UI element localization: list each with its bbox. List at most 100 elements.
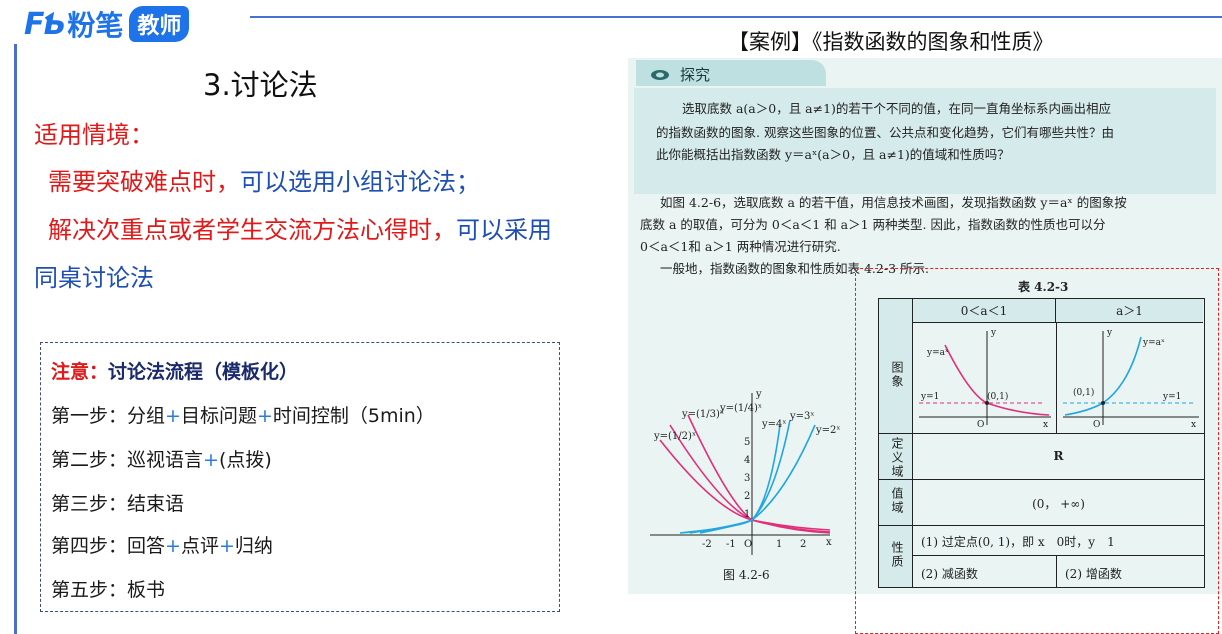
case-title: 【案例】《指数函数的图象和性质》	[728, 30, 1054, 54]
body-line-1: 如图 4.2-6，选取底数 a 的若干值，用信息技术画图，发现指数函数 y＝aˣ…	[660, 195, 1127, 210]
row-label-prop: 性质	[890, 541, 904, 569]
note-title: 注意：讨论法流程（模板化）	[51, 357, 298, 384]
label-four: y=4ˣ	[761, 419, 787, 430]
explore-line-3: 此你能概括出指数函数 y＝aˣ(a＞0，且 a≠1)的值域和性质吗？	[656, 147, 1010, 162]
curve-one-quarter	[687, 414, 831, 531]
row-label-graph: 图象	[890, 361, 904, 389]
tick-x1: 1	[776, 539, 782, 550]
graph-inc-y: y	[1106, 328, 1113, 338]
graph-inc-x: x	[1191, 420, 1196, 430]
explore-icon	[651, 70, 669, 80]
step-4-b: 点评	[180, 535, 219, 557]
step-4-plus2: +	[218, 535, 235, 557]
property-2-decreasing: (2) 减函数	[921, 567, 978, 581]
graph-inc-y1: y=1	[1162, 392, 1181, 402]
row-divider-2	[879, 479, 1204, 480]
explore-tab: 探究	[636, 60, 826, 86]
logo-name: 粉笔	[67, 9, 124, 42]
row-divider-3	[879, 525, 1204, 526]
step-4-plus: +	[165, 535, 181, 557]
step-1-plus2: +	[256, 405, 273, 427]
col-divider-graph	[1056, 323, 1057, 433]
label-two: y=2ˣ	[815, 425, 840, 436]
step-2-b: (点拨)	[218, 449, 272, 471]
domain-value: R	[1053, 449, 1064, 463]
graph-inc-o: O	[1093, 420, 1100, 430]
line2-red: 解决次重点或者学生交流方法心得时，	[48, 216, 456, 244]
step-4-a: 第四步：回答	[51, 535, 166, 557]
property-2-increasing: (2) 增函数	[1065, 567, 1122, 581]
step-1-b: 目标问题	[180, 405, 257, 427]
graph-inc-ax-label: y=aˣ	[1142, 338, 1165, 348]
logo-fb-mark: FƄ	[24, 6, 65, 42]
line1-red: 需要突破难点时，	[48, 168, 240, 196]
step-1-plus: +	[165, 405, 181, 427]
explore-tab-label: 探究	[680, 66, 711, 84]
row-divider-prop	[913, 555, 1204, 556]
step-2-a: 第二步：巡视语言	[51, 449, 204, 471]
axis-x-label: x	[826, 537, 832, 548]
row-divider-1	[879, 433, 1204, 434]
graph-dec-x: x	[1043, 420, 1048, 430]
line1-blue: 可以选用小组讨论法；	[240, 168, 480, 196]
logo-badge: 教师	[129, 6, 190, 42]
context-line-2: 解决次重点或者学生交流方法心得时，可以采用	[48, 210, 552, 245]
row-label-domain: 定义域	[890, 437, 904, 479]
context-line-1: 需要突破难点时，可以选用小组讨论法；	[48, 162, 480, 197]
step-1: 第一步：分组+目标问题+时间控制（5min）	[51, 401, 435, 428]
tick-neg2: -2	[702, 539, 712, 550]
step-4-c: 归纳	[234, 535, 273, 557]
note-title-red: 注意：	[51, 361, 109, 383]
graph-dec-point: (0,1)	[987, 391, 1008, 402]
step-1-c: 时间控制（5min）	[272, 405, 435, 427]
step-4: 第四步：回答+点评+归纳	[51, 531, 273, 558]
step-5-a: 第五步：板书	[51, 579, 166, 601]
tick-4: 4	[744, 455, 750, 466]
graph-dec-y1: y=1	[920, 392, 939, 402]
explore-line-2: 的指数函数的图象. 观察这些图象的位置、公共点和变化趋势，它们有哪些共性？由	[656, 125, 1114, 140]
tick-2: 2	[744, 491, 750, 502]
fenbi-logo: FƄ 粉笔 教师	[24, 6, 190, 42]
step-2: 第二步：巡视语言+(点拨)	[51, 445, 272, 472]
figure-caption: 图 4.2-6	[723, 568, 770, 582]
tick-5: 5	[744, 437, 750, 448]
row-label-range: 值域	[890, 487, 904, 515]
graph-dec-o: O	[977, 420, 984, 430]
explore-box: 选取底数 a(a＞0，且 a≠1)的若干个不同的值，在同一直角坐标系内画出相应 …	[634, 88, 1216, 194]
graph-dec-ax-label: y=aˣ	[926, 348, 949, 358]
step-2-plus: +	[203, 449, 219, 471]
table-caption: 表 4.2-3	[1018, 280, 1069, 294]
step-3: 第三步：结束语	[51, 489, 184, 516]
step-3-a: 第三步：结束语	[51, 493, 185, 515]
tick-3: 3	[744, 473, 750, 484]
step-5: 第五步：板书	[51, 575, 165, 602]
section-title: 3.讨论法	[203, 68, 318, 102]
header-col-1-text: 0＜a＜1	[960, 304, 1008, 318]
note-title-rest: 讨论法流程（模板化）	[108, 361, 299, 383]
header-col-1: 0＜a＜1	[913, 299, 1056, 323]
tick-1: 1	[744, 509, 750, 520]
tick-neg1: -1	[726, 539, 736, 550]
label-one-quarter: y=(1/4)ˣ	[719, 403, 762, 414]
col-divider-prop	[1056, 555, 1057, 587]
header-rule	[250, 16, 1222, 18]
context-line-3: 同桌讨论法	[34, 264, 154, 292]
graph-decreasing: y=aˣ y=1 (0,1) O x y	[919, 328, 1051, 430]
step-1-a: 第一步：分组	[51, 405, 166, 427]
label-one-half: y=(1/2)ˣ	[653, 431, 696, 442]
origin-label: O	[744, 539, 752, 550]
graph-increasing: y=aˣ y=1 (0,1) O x y	[1063, 328, 1199, 430]
range-value: (0， +∞)	[1032, 497, 1085, 511]
tick-x2: 2	[800, 539, 806, 550]
property-1: (1) 过定点(0, 1)，即 x 0时，y 1	[921, 535, 1115, 549]
context-label: 适用情境：	[34, 121, 154, 149]
explore-line-1: 选取底数 a(a＞0，且 a≠1)的若干个不同的值，在同一直角坐标系内画出相应	[682, 101, 1111, 116]
label-one-third: y=(1/3)ˣ	[681, 409, 724, 420]
body-line-2: 底数 a 的取值，可分为 0＜a＜1 和 a＞1 两种类型. 因此，指数函数的性…	[640, 217, 1106, 232]
header-col-2: a＞1	[1056, 299, 1203, 323]
header-col-2-text: a＞1	[1116, 304, 1143, 318]
note-box: 注意：讨论法流程（模板化） 第一步：分组+目标问题+时间控制（5min） 第二步…	[40, 342, 560, 612]
properties-table: 0＜a＜1 a＞1 图象 定义域 值域 性质 y=aˣ y=1 (0,1) O …	[878, 298, 1205, 588]
exp-graph-figure: y=(1/3)ˣ y=(1/4)ˣ y=(1/2)ˣ y=4ˣ y=3ˣ y=2…	[650, 389, 840, 555]
body-line-3: 0＜a＜1和 a＞1 两种情况进行研究.	[640, 239, 841, 254]
